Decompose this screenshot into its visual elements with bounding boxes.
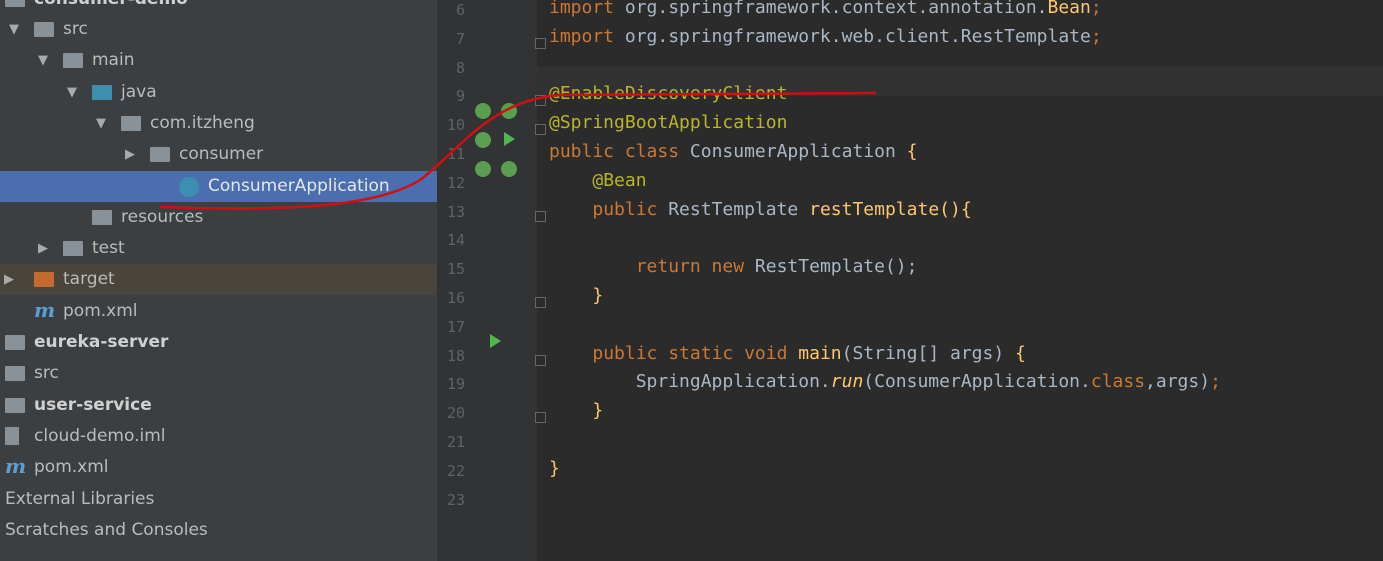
red-pen-annotation xyxy=(159,91,877,210)
